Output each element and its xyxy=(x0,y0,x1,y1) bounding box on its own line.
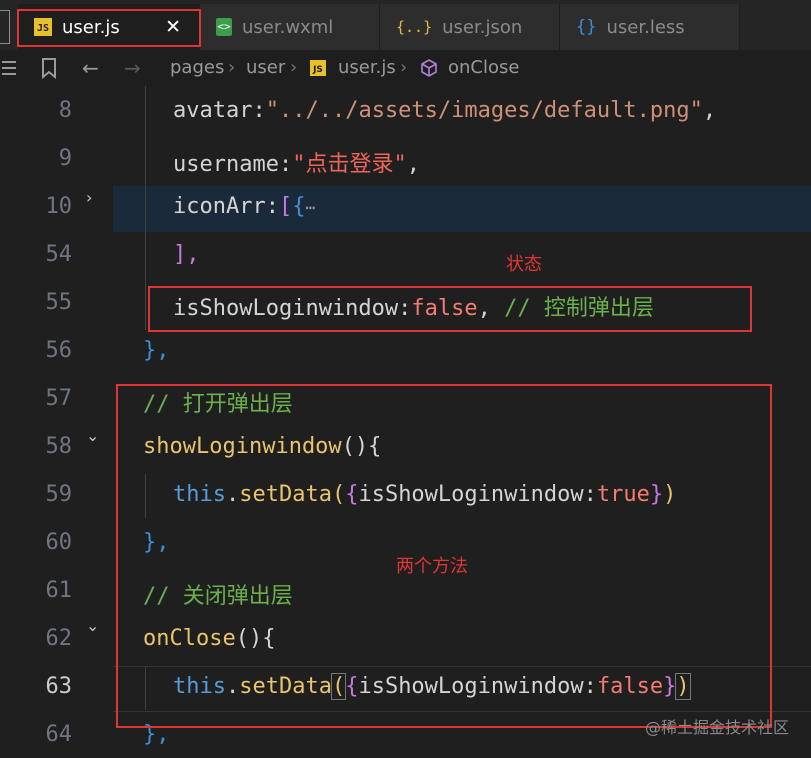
line-number: 63 xyxy=(45,674,73,699)
line-number: 54 xyxy=(45,242,73,267)
breadcrumb: ← → pages › user › JS user.js › onClose xyxy=(0,50,811,86)
tab-label: user.less xyxy=(606,16,685,38)
tab-user-json[interactable]: {..} user.json xyxy=(380,4,560,50)
code-token: : xyxy=(252,98,266,123)
code-line-8: avatar:"../../assets/images/default.png"… xyxy=(173,98,716,123)
back-arrow-icon[interactable]: ← xyxy=(82,50,99,86)
wxml-file-icon: <> xyxy=(216,18,232,36)
line-number: 60 xyxy=(45,530,73,555)
chevron-right-icon: › xyxy=(400,57,408,78)
breadcrumb-folder-pages[interactable]: pages xyxy=(170,50,224,86)
chevron-right-icon: › xyxy=(228,57,236,78)
code-line-56: }, xyxy=(143,338,170,363)
code-token: { xyxy=(292,194,306,219)
code-token: avatar xyxy=(173,98,253,123)
code-token: , xyxy=(702,98,717,123)
code-token: "../../assets/images/default.png" xyxy=(265,98,703,123)
line-number: 58 xyxy=(45,434,73,459)
code-token: : xyxy=(265,194,279,219)
breadcrumb-folder-user[interactable]: user xyxy=(246,50,285,86)
bookmark-icon[interactable] xyxy=(40,50,58,86)
tab-highlight-box xyxy=(17,9,201,47)
annotation-label-state: 状态 xyxy=(506,254,542,275)
line-number: 57 xyxy=(45,386,73,411)
code-token: "点击登录" xyxy=(292,152,407,177)
code-token: : xyxy=(278,152,293,177)
chevron-right-icon: › xyxy=(290,57,298,78)
breadcrumb-symbol[interactable]: onClose xyxy=(448,50,519,86)
code-token: username xyxy=(173,152,279,177)
line-number: 64 xyxy=(45,722,73,747)
forward-arrow-icon[interactable]: → xyxy=(124,50,141,86)
code-token: , xyxy=(406,152,420,177)
line-number: 56 xyxy=(45,338,73,363)
line-number: 59 xyxy=(45,482,73,507)
fold-ellipsis-icon[interactable]: ⋯ xyxy=(305,198,315,217)
line-number: 9 xyxy=(58,146,72,171)
json-file-icon: {..} xyxy=(396,18,433,36)
code-line-54: ], xyxy=(173,242,200,267)
breadcrumb-file[interactable]: user.js xyxy=(338,50,396,86)
tab-label: user.wxml xyxy=(242,16,334,38)
line-number: 62 xyxy=(45,626,73,651)
tab-user-less[interactable]: {} user.less xyxy=(560,4,740,50)
chevron-down-icon[interactable]: ⌄ xyxy=(86,616,99,635)
chevron-right-icon[interactable]: › xyxy=(86,188,92,207)
line-number: 55 xyxy=(45,290,73,315)
chevron-down-icon[interactable]: ⌄ xyxy=(86,426,99,445)
split-editor-edge xyxy=(0,10,10,44)
indent-guide xyxy=(145,86,146,330)
line-number: 61 xyxy=(45,578,73,603)
menu-icon[interactable] xyxy=(2,50,18,86)
code-token: [ xyxy=(278,194,293,219)
code-line-10: iconArr:[{⋯ xyxy=(173,194,315,219)
editor-tab-bar: JS user.js ✕ <> user.wxml {..} user.json… xyxy=(0,0,811,50)
code-token: iconArr xyxy=(173,194,266,219)
cube-method-icon xyxy=(420,50,438,86)
code-line-9: username:"点击登录", xyxy=(173,146,420,178)
annotation-box-state xyxy=(148,286,752,332)
breadcrumb-file-icon: JS xyxy=(310,50,326,86)
line-number: 10 xyxy=(45,194,73,219)
less-file-icon: {} xyxy=(576,17,597,37)
tab-label: user.json xyxy=(442,16,523,38)
watermark: @稀土掘金技术社区 xyxy=(644,718,789,737)
tab-user-wxml[interactable]: <> user.wxml xyxy=(200,4,380,50)
annotation-label-methods: 两个方法 xyxy=(396,556,468,577)
code-editor[interactable]: 8 9 10 54 55 56 57 58 59 60 61 62 63 64 … xyxy=(0,86,811,758)
line-number: 8 xyxy=(58,98,72,123)
